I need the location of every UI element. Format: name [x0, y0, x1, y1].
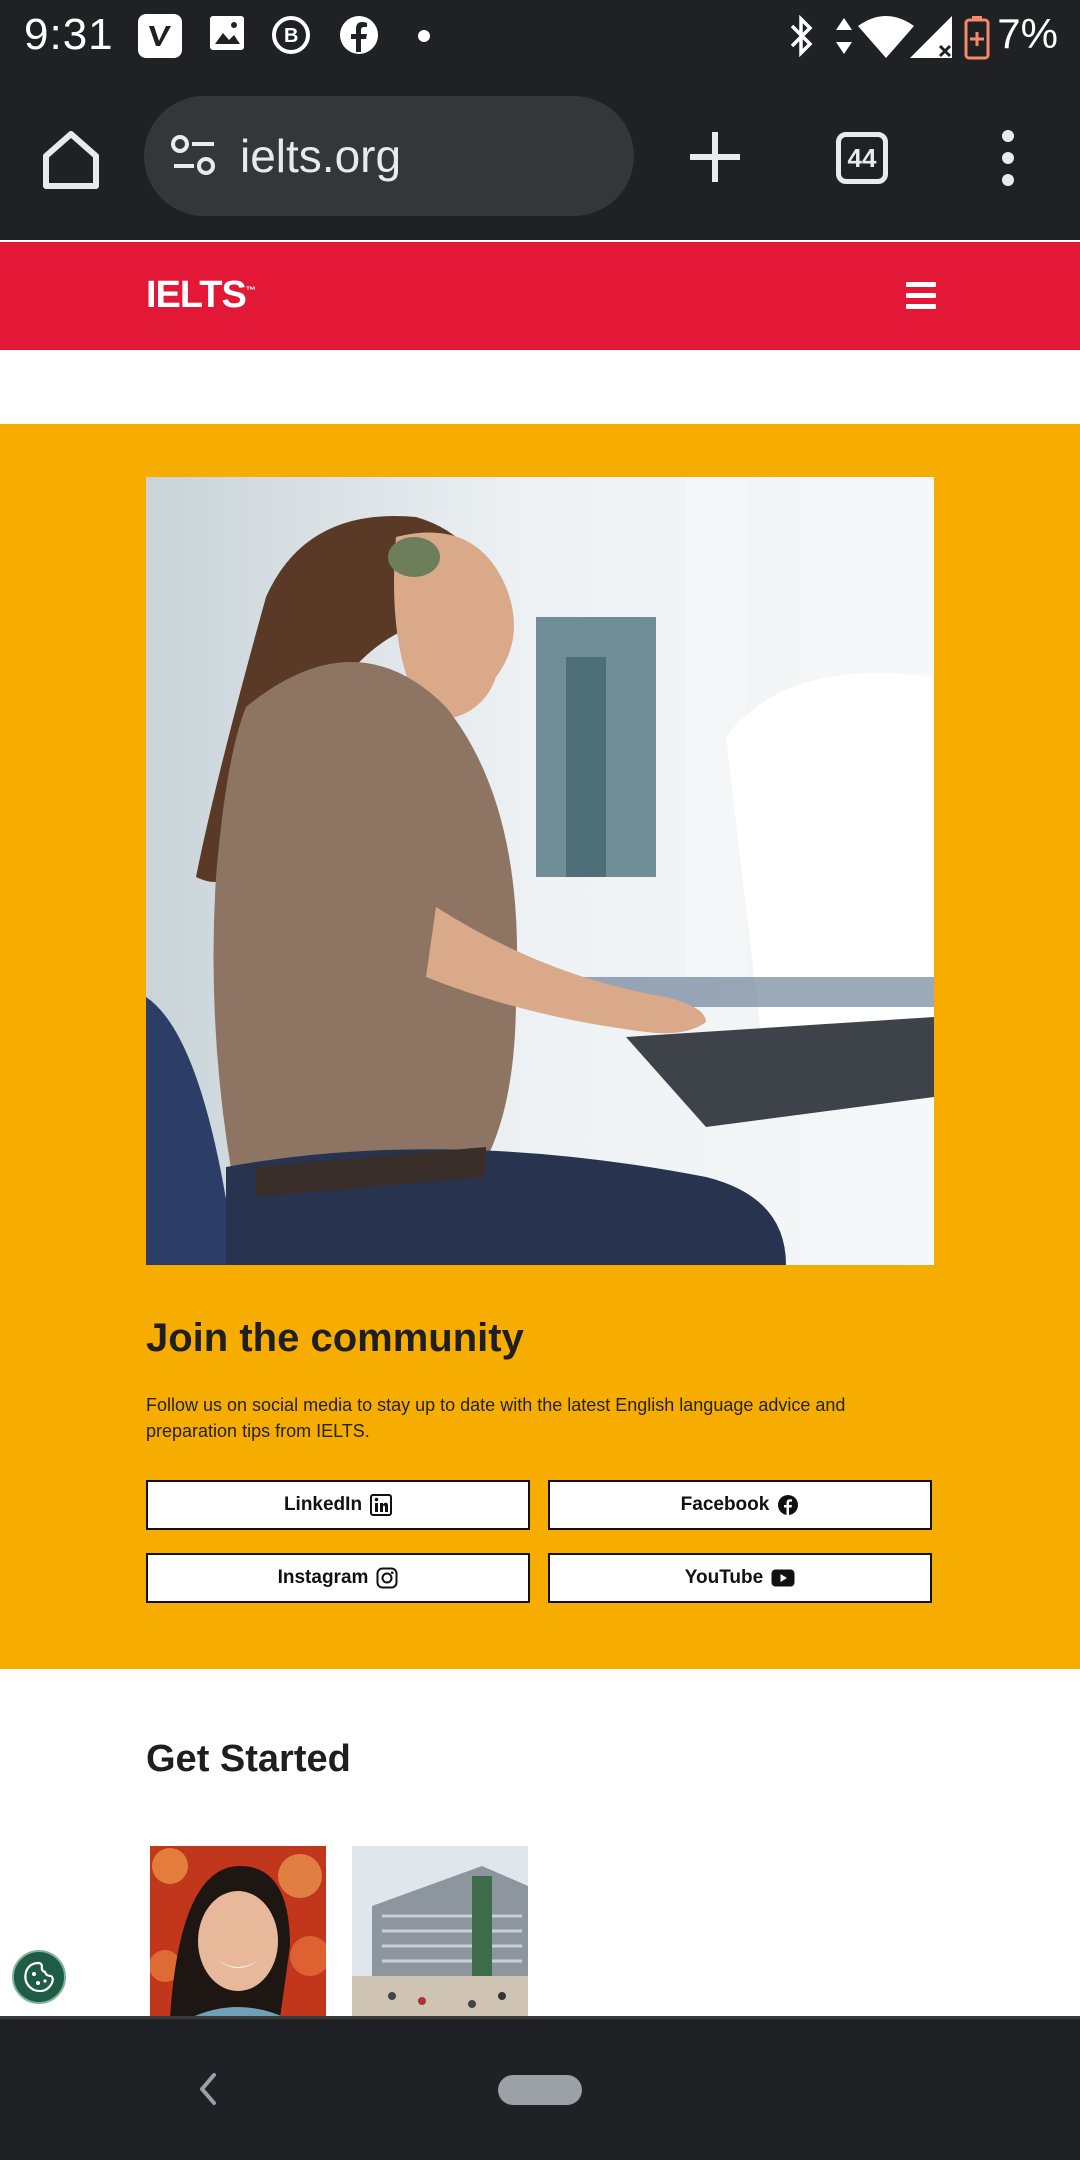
facebook-button[interactable]: Facebook: [548, 1480, 932, 1530]
hamburger-menu-icon[interactable]: [906, 282, 936, 310]
facebook-icon: [778, 1495, 799, 1515]
site-settings-icon[interactable]: [170, 134, 218, 178]
instagram-label: Instagram: [277, 1567, 369, 1588]
youtube-label: YouTube: [684, 1567, 764, 1588]
facebook-notification-icon: [340, 16, 378, 54]
instagram-button[interactable]: Instagram: [146, 1553, 530, 1603]
browser-toolbar: ielts.org 44: [0, 72, 1080, 240]
home-gesture-pill[interactable]: [498, 2075, 582, 2105]
community-section: Join the community Follow us on social m…: [0, 424, 1080, 1669]
community-title: Join the community: [146, 1316, 524, 1360]
whatsapp-business-icon: B: [272, 16, 310, 54]
community-description: Follow us on social media to stay up to …: [146, 1395, 846, 1441]
battery-percentage: 7%: [997, 10, 1058, 57]
linkedin-label: LinkedIn: [283, 1494, 363, 1515]
bluetooth-icon: [790, 14, 813, 58]
svg-text:B: B: [284, 25, 298, 47]
cookie-icon: [24, 1961, 54, 1993]
data-activity-icon: [836, 18, 852, 54]
instagram-icon: [376, 1567, 398, 1589]
smiling-student-thumbnail[interactable]: [150, 1846, 326, 2018]
youtube-icon: [771, 1569, 795, 1587]
youtube-button[interactable]: YouTube: [548, 1553, 932, 1603]
logo-trademark: ™: [245, 285, 256, 297]
url-text[interactable]: ielts.org: [240, 129, 401, 183]
cellular-signal-icon: [910, 16, 952, 58]
linkedin-icon: [370, 1494, 393, 1516]
gallery-icon: [210, 16, 244, 50]
new-tab-icon[interactable]: [680, 122, 750, 192]
home-icon[interactable]: [36, 124, 106, 194]
ielts-logo[interactable]: IELTS™: [146, 274, 256, 317]
get-started-title: Get Started: [146, 1738, 351, 1780]
battery-icon: [964, 16, 990, 60]
status-bar: 9:31 B 7%: [0, 0, 1080, 72]
linkedin-button[interactable]: LinkedIn: [146, 1480, 530, 1530]
campus-building-thumbnail[interactable]: [352, 1846, 528, 2018]
tab-switcher-button[interactable]: 44: [836, 132, 888, 184]
vmail-icon: [138, 14, 182, 58]
cookie-settings-button[interactable]: [12, 1950, 66, 2004]
system-navigation-bar: [0, 2016, 1080, 2160]
facebook-label: Facebook: [680, 1494, 770, 1515]
site-header: IELTS™: [0, 242, 1080, 350]
wifi-icon: [858, 16, 914, 58]
back-chevron-icon[interactable]: [196, 2069, 220, 2109]
overflow-menu-icon[interactable]: [996, 128, 1020, 188]
student-writing-photo: [146, 477, 934, 1265]
logo-text: IELTS: [146, 274, 247, 316]
address-bar[interactable]: ielts.org: [144, 96, 634, 216]
status-time: 9:31: [24, 10, 114, 59]
more-notifications-dot-icon: [418, 30, 430, 42]
